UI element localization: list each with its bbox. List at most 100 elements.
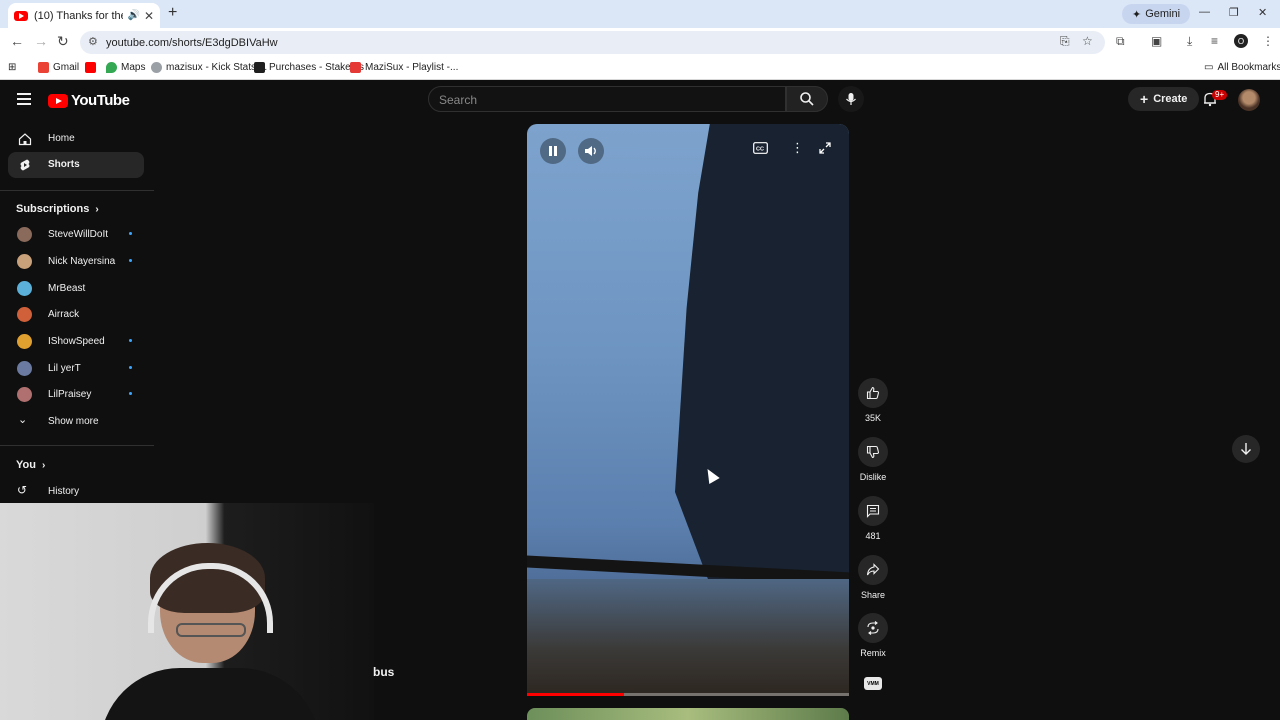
share-label: Share [860, 590, 886, 600]
thumbs-up-icon [866, 386, 880, 400]
bookmark-youtube[interactable] [85, 62, 96, 73]
dislike-button-circle[interactable] [858, 437, 888, 467]
subscriptions-heading[interactable]: Subscriptions › [16, 203, 99, 215]
youtube-header: YouTube Search + Create 9+ [0, 80, 1280, 120]
sidebar-item-subscription[interactable]: MrBeast [8, 276, 144, 300]
remix-icon [867, 621, 879, 635]
gemini-button[interactable]: ✦ Gemini [1122, 4, 1191, 24]
video-progress-bar[interactable] [527, 693, 849, 696]
show-more-label: Show more [48, 416, 99, 427]
create-button[interactable]: + Create [1128, 87, 1200, 111]
tab-close-icon[interactable]: ✕ [144, 9, 154, 23]
bookmark-star-icon[interactable]: ☆ [1082, 34, 1093, 48]
more-options-icon[interactable]: ⋮ [791, 140, 804, 156]
sidebar-item-shorts[interactable]: Shorts [8, 152, 144, 178]
downloads-icon[interactable]: ⤓ [1187, 34, 1192, 49]
shorts-video-player[interactable]: CC ⋮ [527, 124, 849, 696]
channel-name: LilPraisey [48, 389, 92, 400]
remix-button[interactable]: Remix [858, 613, 888, 658]
menu-icon[interactable] [17, 93, 31, 105]
sound-channel-thumbnail[interactable]: VMM [864, 677, 882, 690]
logo-text: YouTube [71, 92, 130, 109]
apps-icon[interactable]: ⊞ [8, 62, 16, 73]
browser-tab[interactable]: (10) Thanks for the new car 🔊 ✕ [8, 3, 160, 28]
maximize-icon[interactable]: ❐ [1229, 6, 1239, 19]
like-button-circle[interactable] [858, 378, 888, 408]
sidebar-divider [0, 445, 154, 446]
share-button[interactable]: Share [858, 555, 888, 600]
back-icon[interactable]: ← [10, 33, 24, 49]
fullscreen-icon[interactable] [819, 142, 831, 157]
share-button-circle[interactable] [858, 555, 888, 585]
create-label: Create [1153, 93, 1188, 105]
video-progress-fill [527, 693, 624, 696]
site-info-icon[interactable]: ⚙ [88, 35, 98, 48]
webcam-person-body [100, 668, 320, 720]
subscriptions-label: Subscriptions [16, 203, 90, 215]
dislike-label: Dislike [859, 472, 887, 482]
volume-button[interactable] [578, 138, 604, 164]
next-video-button[interactable] [1232, 435, 1260, 463]
voice-search-button[interactable] [838, 86, 864, 112]
screen: (10) Thanks for the new car 🔊 ✕ + ✦ Gemi… [0, 0, 1280, 720]
new-content-dot [129, 366, 132, 369]
channel-name: Airrack [48, 309, 80, 320]
browser-menu-icon[interactable]: ⋮ [1262, 34, 1274, 48]
bookmark-kick-stats[interactable]: mazisux - Kick Stats,... [151, 62, 267, 73]
search-input[interactable]: Search [428, 86, 786, 112]
forward-icon[interactable]: → [34, 33, 48, 49]
next-short-preview[interactable] [527, 708, 849, 720]
all-bookmarks[interactable]: ▭ All Bookmarks [1204, 62, 1280, 73]
comment-icon [866, 504, 880, 518]
install-app-icon[interactable]: ⎘ [1060, 34, 1070, 49]
tab-audio-icon[interactable]: 🔊 [127, 10, 139, 21]
webcam-overlay [0, 503, 374, 720]
like-button[interactable]: 35K [858, 378, 888, 423]
pause-icon [549, 146, 557, 156]
comments-button[interactable]: 481 [858, 496, 888, 541]
sidebar-item-subscription[interactable]: IShowSpeed [8, 329, 144, 353]
sidebar-item-label: Shorts [48, 159, 80, 170]
sidebar-item-subscription[interactable]: SteveWillDoIt [8, 222, 144, 246]
address-bar[interactable]: ⚙ youtube.com/shorts/E3dgDBIVaHw [80, 31, 1105, 54]
sidebar-item-show-more[interactable]: ⌄ Show more [8, 409, 144, 433]
channel-avatar [17, 227, 32, 242]
you-label: You [16, 459, 36, 471]
you-heading[interactable]: You › [16, 459, 45, 471]
sidebar-item-label: Home [48, 133, 75, 144]
home-icon [18, 133, 32, 146]
youtube-logo[interactable]: YouTube [48, 92, 130, 109]
remix-button-circle[interactable] [858, 613, 888, 643]
avatar[interactable] [1238, 89, 1260, 111]
search-icon [800, 92, 814, 106]
stake-icon [254, 62, 265, 73]
minimize-icon[interactable]: — [1199, 6, 1210, 18]
new-tab-icon[interactable]: + [168, 4, 177, 22]
sidebar-item-home[interactable]: Home [8, 126, 144, 152]
window-close-icon[interactable]: ✕ [1258, 6, 1267, 19]
sidebar-item-history[interactable]: ↺ History [8, 479, 144, 503]
comments-button-circle[interactable] [858, 496, 888, 526]
dislike-button[interactable]: Dislike [858, 437, 888, 482]
share-icon [866, 563, 880, 576]
bookmark-gmail[interactable]: Gmail [38, 62, 79, 73]
media-control-icon[interactable]: ≡ [1211, 34, 1218, 48]
captions-icon[interactable]: CC [753, 142, 768, 157]
channel-avatar [17, 307, 32, 322]
sidebar-item-subscription[interactable]: LilPraisey [8, 382, 144, 406]
reload-icon[interactable]: ↻ [57, 33, 69, 50]
search-button[interactable] [786, 86, 828, 112]
sidebar-item-subscription[interactable]: Nick Nayersina [8, 249, 144, 273]
browser-profile-icon[interactable]: O [1234, 34, 1248, 48]
kick-stats-icon [151, 62, 162, 73]
channel-avatar [17, 254, 32, 269]
pause-button[interactable] [540, 138, 566, 164]
sidebar-item-subscription[interactable]: Lil yerT [8, 356, 144, 380]
sidepanel-icon[interactable]: ▣ [1151, 34, 1162, 48]
bookmark-maps[interactable]: Maps [106, 62, 145, 73]
sidebar-item-subscription[interactable]: Airrack [8, 302, 144, 326]
bookmark-playlist[interactable]: MaziSux - Playlist -... [350, 62, 458, 73]
extensions-icon[interactable]: ⧉ [1116, 34, 1125, 49]
bookmark-label: MaziSux - Playlist -... [365, 62, 459, 73]
bookmark-stake[interactable]: Purchases - Stake.us [254, 62, 364, 73]
